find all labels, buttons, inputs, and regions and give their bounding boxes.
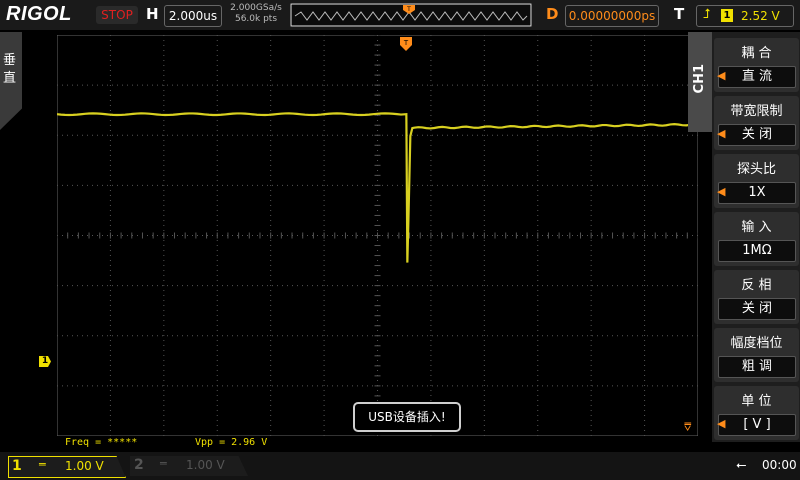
ch1-scale: 1.00 V [65,459,104,473]
freq-measurement: Freq = ***** [65,437,138,448]
ch1-menu-tab[interactable]: CH1 [688,32,712,132]
menu-item-3[interactable]: 输 入 1MΩ [714,212,799,266]
vertical-tab-label: 垂直 [3,53,17,86]
menu-item-2[interactable]: 探头比 1X ◀ [714,154,799,208]
menu-item-0[interactable]: 耦 合直 流 ◀ [714,38,799,92]
dc-coupling-icon: ═ [39,458,46,471]
brand-logo: RIGOL [6,3,72,25]
ch2-scale: 1.00 V [186,458,225,472]
menu-item-title: 幅度档位 [730,336,783,351]
menu-item-value: 1X [718,182,796,204]
memory-overview-bar[interactable]: T [290,3,532,27]
ch1-number: 1 [12,458,22,474]
ch2-status[interactable]: 2 ═ 1.00 V [130,456,248,476]
svg-text:T: T [406,6,411,13]
trigger-label: T [674,5,685,23]
menu-tab-label: CH1 [692,64,707,94]
ch1-offset-marker[interactable]: 1 [39,356,51,367]
menu-item-title: 输 入 [741,220,772,235]
trigger-level-marker-icon: ⩢ [684,420,692,434]
menu-item-title: 耦 合 [741,46,772,61]
clock: 00:00 [762,458,797,472]
menu-item-value: [ V ] [718,414,796,436]
vpp-measurement: Vpp = 2.96 V [195,437,268,448]
menu-item-title: 反 相 [741,278,772,293]
run-stop-status[interactable]: STOP [96,6,138,24]
trigger-settings[interactable]: ⮥ 1 2.52 V [696,5,794,27]
svg-text:T: T [403,39,409,47]
waveform-display[interactable]: T [57,35,698,436]
acquisition-info: 2.000GSa/s 56.0k pts [226,3,286,25]
delay-label: D [546,5,559,23]
menu-arrow-icon: ◀ [717,69,726,82]
menu-arrow-icon: ◀ [717,185,726,198]
bottom-bar: 1 ═ 1.00 V 2 ═ 1.00 V ⭠ 00:00 [0,452,800,480]
menu-item-value: 1MΩ [718,240,796,262]
trigger-level: 2.52 V [741,9,780,23]
menu-item-1[interactable]: 带宽限制关 闭 ◀ [714,96,799,150]
rising-edge-icon: ⮥ [703,7,711,22]
sample-rate: 2.000GSa/s [230,3,282,13]
dc-coupling-icon: ═ [160,457,167,470]
menu-item-title: 带宽限制 [730,104,783,119]
menu-item-value: 关 闭 [718,298,796,320]
menu-item-value: 直 流 [718,66,796,88]
ch2-number: 2 [134,457,144,473]
memory-depth: 56.0k pts [234,14,278,24]
usb-icon: ⭠ [736,458,747,473]
menu-item-value: 粗 调 [718,356,796,378]
usb-notification: USB设备插入! [353,402,461,432]
menu-item-4[interactable]: 反 相关 闭 [714,270,799,324]
horizontal-label: H [146,5,159,23]
delay-value[interactable]: 0.00000000ps [565,5,659,27]
menu-item-title: 探头比 [736,162,776,177]
menu-arrow-icon: ◀ [717,417,726,430]
channel-menu: 耦 合直 流 ◀ 带宽限制关 闭 ◀ 探头比 1X ◀ 输 入 1MΩ 反 相关 闭幅度档位粗 调… [712,32,800,442]
vertical-menu-tab[interactable]: 垂直 [0,32,22,130]
menu-item-5[interactable]: 幅度档位粗 调 [714,328,799,382]
top-bar: RIGOL STOP H 2.000us 2.000GSa/s 56.0k pt… [0,0,800,30]
menu-item-value: 关 闭 [718,124,796,146]
menu-item-title: 单 位 [741,394,772,409]
menu-item-6[interactable]: 单 位 [ V ] ◀ [714,386,799,440]
memory-waveform-overview: T [291,4,531,26]
ch1-status[interactable]: 1 ═ 1.00 V [8,456,126,478]
menu-arrow-icon: ◀ [717,127,726,140]
timebase-value[interactable]: 2.000us [164,5,222,27]
trigger-channel-badge: 1 [721,9,733,22]
